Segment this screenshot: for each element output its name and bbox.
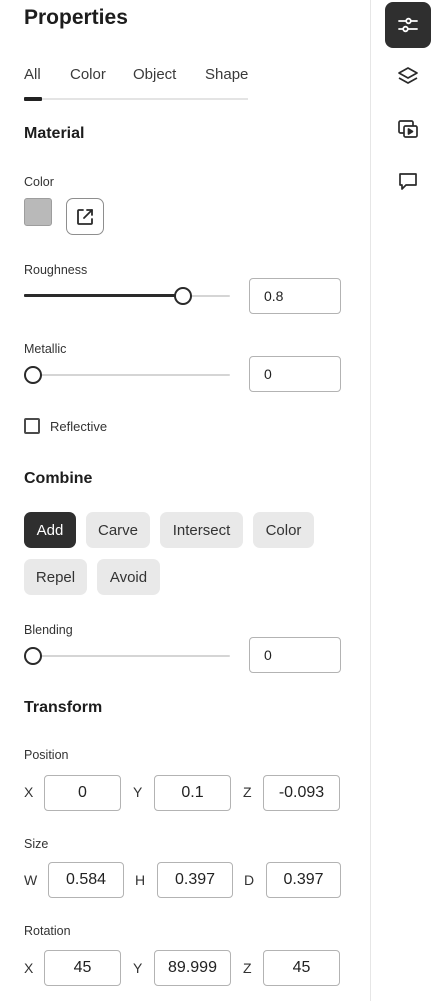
- rotation-z-axis-label: Z: [243, 960, 252, 976]
- position-x-input[interactable]: [44, 775, 121, 811]
- tab-all[interactable]: All: [24, 66, 41, 83]
- tabs-divider: [24, 98, 248, 100]
- size-w-axis-label: W: [24, 872, 38, 888]
- position-z-input[interactable]: [263, 775, 340, 811]
- media-icon: [398, 120, 418, 138]
- combine-heading: Combine: [24, 470, 93, 487]
- rotation-y-axis-label: Y: [133, 960, 143, 976]
- layers-rail-button[interactable]: [385, 54, 431, 100]
- external-link-icon: [77, 208, 93, 225]
- size-d-axis-label: D: [244, 872, 255, 888]
- roughness-slider[interactable]: [24, 286, 230, 306]
- size-d-input[interactable]: [266, 862, 341, 898]
- rotation-label: Rotation: [24, 924, 71, 938]
- rotation-x-axis-label: X: [24, 960, 34, 976]
- reflective-checkbox[interactable]: [24, 418, 40, 434]
- slider-thumb[interactable]: [174, 287, 193, 305]
- combine-carve-button[interactable]: Carve: [86, 512, 150, 548]
- tab-color[interactable]: Color: [70, 66, 106, 83]
- active-tab-indicator: [24, 97, 42, 101]
- combine-repel-button[interactable]: Repel: [24, 559, 87, 595]
- position-x-axis-label: X: [24, 784, 34, 800]
- tab-bar: All Color Object Shape: [24, 66, 248, 102]
- reflective-label: Reflective: [50, 419, 108, 434]
- color-swatch[interactable]: [24, 198, 52, 226]
- slider-fill: [24, 294, 184, 297]
- rotation-x-input[interactable]: [44, 950, 121, 986]
- rotation-z-input[interactable]: [263, 950, 340, 986]
- blending-label: Blending: [24, 623, 73, 637]
- combine-avoid-button[interactable]: Avoid: [97, 559, 160, 595]
- metallic-label: Metallic: [24, 342, 67, 356]
- media-rail-button[interactable]: [385, 106, 431, 152]
- roughness-label: Roughness: [24, 263, 88, 277]
- position-label: Position: [24, 748, 69, 762]
- rotation-y-input[interactable]: [154, 950, 231, 986]
- slider-track: [24, 374, 230, 376]
- combine-add-button[interactable]: Add: [24, 512, 76, 548]
- properties-rail-button[interactable]: [385, 2, 431, 48]
- properties-panel: Properties All Color Object Shape Materi…: [0, 0, 370, 1001]
- tab-object[interactable]: Object: [133, 66, 176, 83]
- size-h-input[interactable]: [157, 862, 233, 898]
- slider-track: [24, 655, 230, 657]
- blending-input[interactable]: [249, 637, 341, 673]
- combine-intersect-button[interactable]: Intersect: [160, 512, 243, 548]
- metallic-slider[interactable]: [24, 365, 230, 385]
- tab-shape[interactable]: Shape: [205, 66, 248, 83]
- panel-title: Properties: [24, 6, 128, 29]
- combine-color-button[interactable]: Color: [253, 512, 314, 548]
- size-label: Size: [24, 837, 49, 851]
- properties-sliders-icon: [398, 17, 418, 33]
- blending-slider[interactable]: [24, 646, 230, 666]
- position-y-input[interactable]: [154, 775, 231, 811]
- transform-heading: Transform: [24, 699, 103, 716]
- comments-rail-button[interactable]: [385, 158, 431, 204]
- position-y-axis-label: Y: [133, 784, 143, 800]
- open-color-picker-button[interactable]: [66, 198, 104, 235]
- roughness-input[interactable]: [249, 278, 341, 314]
- layers-icon: [398, 67, 418, 84]
- metallic-input[interactable]: [249, 356, 341, 392]
- side-rail: [371, 0, 440, 1001]
- slider-thumb[interactable]: [24, 647, 42, 665]
- material-heading: Material: [24, 125, 85, 142]
- position-z-axis-label: Z: [243, 784, 252, 800]
- slider-thumb[interactable]: [24, 366, 42, 384]
- size-w-input[interactable]: [48, 862, 124, 898]
- color-label: Color: [24, 175, 54, 189]
- comment-icon: [399, 173, 417, 190]
- size-h-axis-label: H: [135, 872, 146, 888]
